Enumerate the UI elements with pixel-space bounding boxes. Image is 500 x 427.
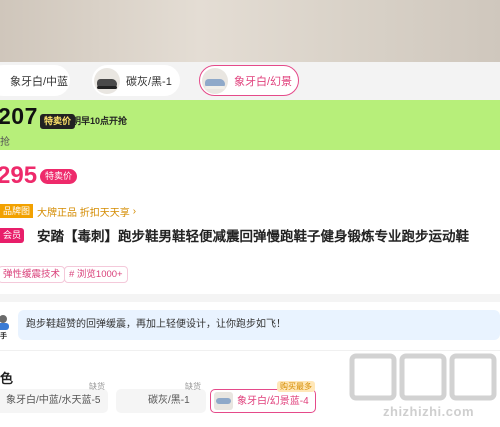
sale-price-tag: 特卖价 [40,169,78,184]
flash-sale-price: 207 [0,103,38,129]
section-title-color: 色 [0,371,14,386]
option-label: 象牙白/幻景蓝-4 [237,396,309,407]
avatar-label: 手 [0,333,7,340]
shoe-thumbnail [94,67,120,94]
sale-price: 295 [0,162,38,189]
option-label: 碳灰/黑-1 [148,395,190,406]
chip-label: 碳灰/黑-1 [126,75,172,88]
shoe-thumbnail [202,67,228,94]
flash-sale-start-time: 明早10点开抢 [72,116,128,126]
option-ivory-mirage-blue[interactable]: 象牙白/幻景蓝-4 [210,389,316,413]
option-label: 象牙白/中蓝/水天蓝-5 [6,395,101,406]
option-ivory-blue-sky[interactable]: 象牙白/中蓝/水天蓝-5 [0,389,108,413]
best-seller-badge: 购买最多 [277,381,315,392]
divider [0,350,500,351]
option-carbon-black[interactable]: 碳灰/黑-1 [116,389,206,413]
section-divider [0,294,500,302]
shoe-thumbnail [214,392,233,410]
brand-label: 品牌图 [0,204,34,218]
watermark-logo [349,353,497,401]
chevron-right-icon: › [132,205,137,217]
chip-label: 象牙白/幻景 [234,75,293,88]
product-title: 安踏【毒刺】跑步鞋男鞋轻便减震回弹慢跑鞋子健身锻炼专业跑步运动鞋 [37,229,469,244]
review-tip: 跑步鞋超赞的回弹缓震，再加上轻便设计，让你跑步如飞！ [18,310,500,340]
brand-guarantee-row[interactable]: 品牌图 大牌正品 折扣天天享 › [0,204,137,219]
member-tag: 会员 [0,228,25,243]
color-chip-ivory-mirage[interactable]: 象牙白/幻景 [199,65,299,96]
views-pill[interactable]: # 浏览1000+ [64,266,128,283]
flash-sale-subtext: 抢 [0,137,10,148]
color-chip-ivory-blue[interactable]: 象牙白/中蓝 [0,65,70,96]
stock-badge: 缺货 [89,382,105,391]
product-hero-image [0,0,500,62]
flash-sale-tag: 特卖价 [40,114,76,129]
stock-badge: 缺货 [185,382,201,391]
avatar-icon [0,315,9,330]
brand-text: 大牌正品 折扣天天享 [37,207,130,219]
color-chip-carbon-black[interactable]: 碳灰/黑-1 [92,65,180,96]
watermark-text: zhizhizhi.com [383,404,474,419]
feature-pill[interactable]: 弹性缓震技术 [0,266,66,283]
chip-label: 象牙白/中蓝 [10,75,69,88]
